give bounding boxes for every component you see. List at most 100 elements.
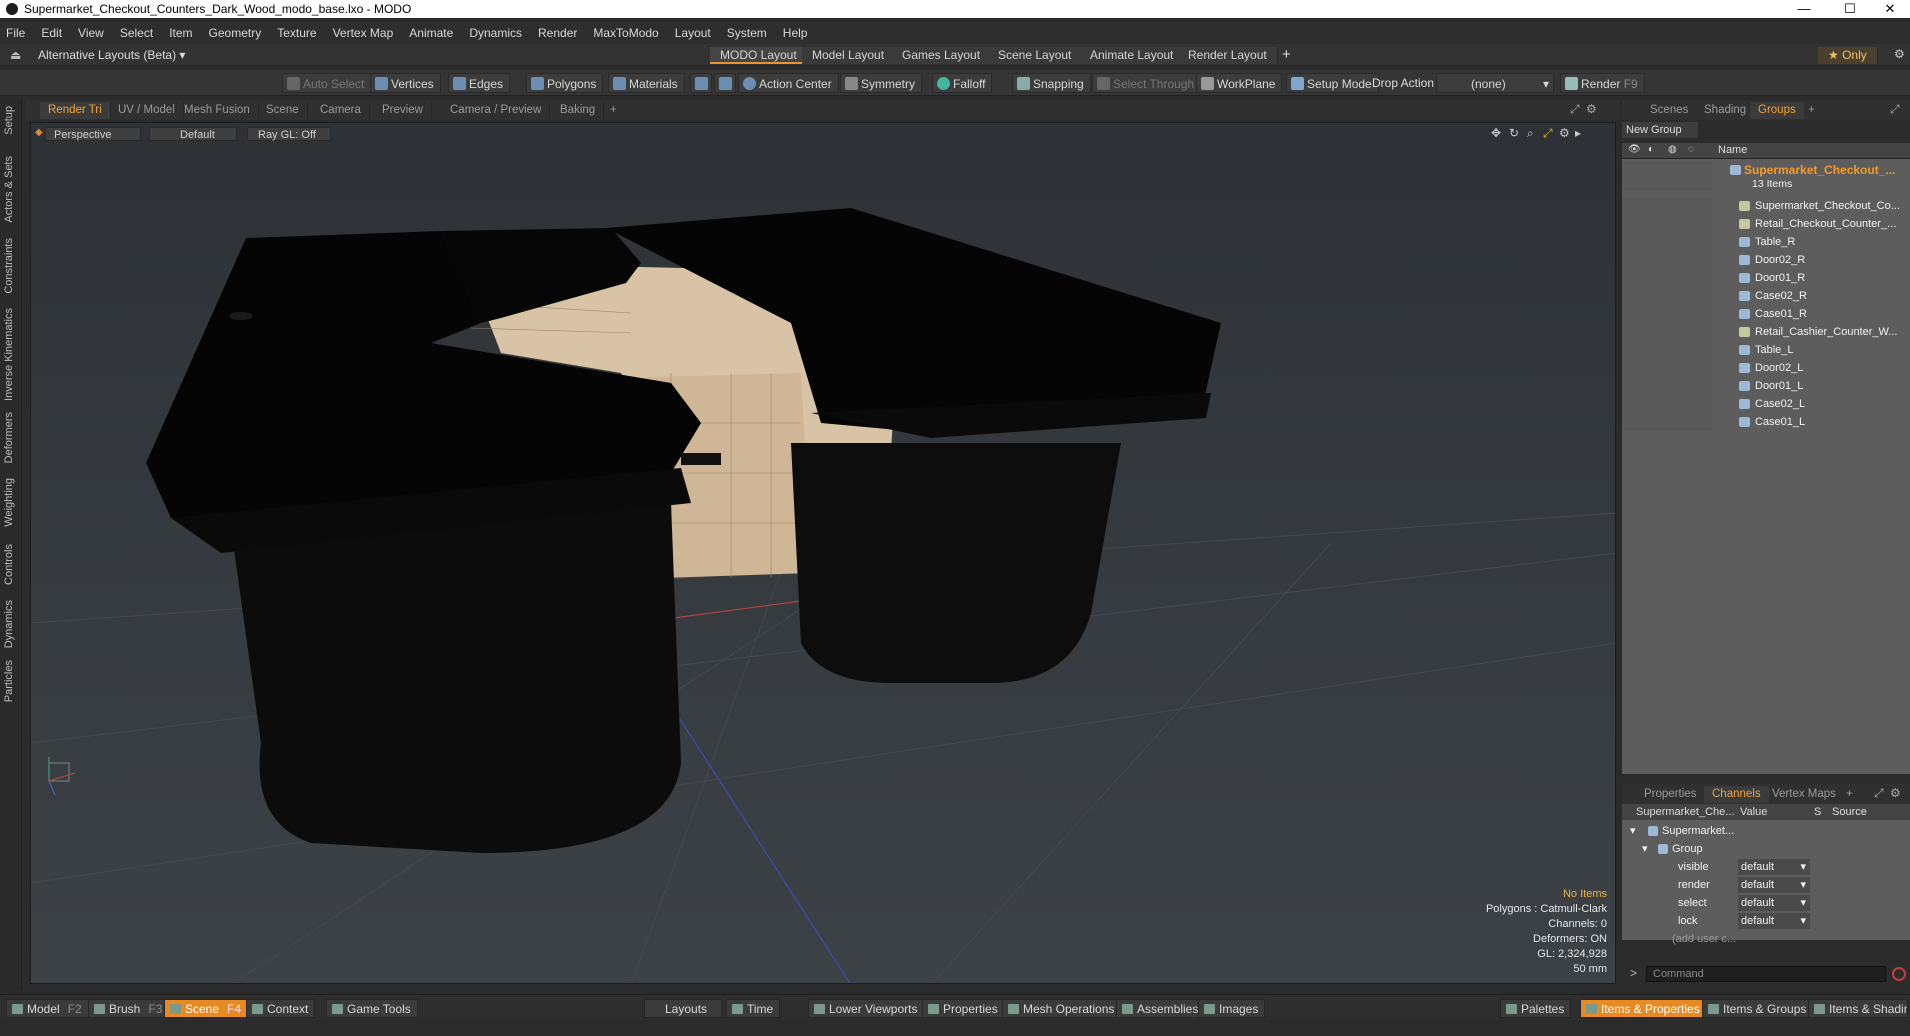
action-center-button[interactable]: Action Center	[738, 73, 839, 93]
tab-dynamics[interactable]: Dynamics	[3, 600, 15, 648]
close-button[interactable]: ✕	[1870, 0, 1910, 18]
workplane-button[interactable]: WorkPlane	[1196, 73, 1283, 93]
layouts-menu-icon[interactable]: ⏏	[10, 48, 21, 62]
add-viewport-tab-button[interactable]: +	[602, 102, 625, 119]
zoom-icon[interactable]: ⌕	[1527, 126, 1534, 141]
tab-model-layout[interactable]: Model Layout	[802, 47, 896, 64]
assemblies-button[interactable]: Assemblies	[1116, 999, 1206, 1018]
view-type-dropdown[interactable]: Perspective	[45, 127, 141, 141]
menu-select[interactable]: Select	[120, 26, 153, 40]
vertices-button[interactable]: Vertices	[370, 73, 441, 93]
expand-arrow-icon[interactable]: ▾	[1642, 840, 1648, 858]
viewport-gear-icon[interactable]: ⚙	[1586, 102, 1597, 116]
channel-value-visible[interactable]: default ▾	[1738, 859, 1810, 875]
render-button[interactable]: Render F9	[1560, 73, 1645, 93]
channel-value-lock[interactable]: default ▾	[1738, 913, 1810, 929]
channel-root-row[interactable]: ▾ Supermarket...	[1622, 822, 1910, 840]
list-item[interactable]: Door01_L	[1622, 377, 1910, 395]
menu-animate[interactable]: Animate	[409, 26, 453, 40]
tab-animate-layout[interactable]: Animate Layout	[1080, 47, 1185, 64]
tab-scene-layout[interactable]: Scene Layout	[988, 47, 1083, 64]
group-row[interactable]: Supermarket_Checkout_... 13 Items	[1622, 161, 1910, 191]
lower-viewports-button[interactable]: Lower Viewports	[808, 999, 925, 1018]
setup-mode-button[interactable]: Setup Mode	[1286, 73, 1379, 93]
select-through-button[interactable]: Select Through	[1092, 73, 1202, 93]
properties-button[interactable]: Properties	[922, 999, 1005, 1018]
list-item[interactable]: Door02_L	[1622, 359, 1910, 377]
brush-button[interactable]: Brush F3	[88, 999, 170, 1018]
tab-inverse-kinematics[interactable]: Inverse Kinematics	[3, 308, 15, 401]
raygl-toggle[interactable]: Ray GL: Off	[247, 127, 331, 141]
viewport-options-icon[interactable]: ⚙	[1559, 126, 1570, 140]
channel-value-select[interactable]: default ▾	[1738, 895, 1810, 911]
gear-icon[interactable]: ⚙	[1894, 47, 1905, 61]
channel-row-select[interactable]: select default ▾	[1622, 894, 1910, 912]
menu-texture[interactable]: Texture	[277, 26, 316, 40]
layouts-button[interactable]: Layouts	[644, 999, 722, 1018]
pan-icon[interactable]: ✥	[1491, 126, 1501, 140]
menu-layout[interactable]: Layout	[675, 26, 711, 40]
polygons-button[interactable]: Polygons	[526, 73, 604, 93]
snapping-button[interactable]: Snapping	[1012, 73, 1091, 93]
list-item[interactable]: Case02_L	[1622, 395, 1910, 413]
context-button[interactable]: Context	[246, 999, 316, 1018]
tab-baking[interactable]: Baking	[552, 102, 605, 119]
tab-actors-sets[interactable]: Actors & Sets	[3, 156, 15, 223]
menu-view[interactable]: View	[78, 26, 104, 40]
auto-select-button[interactable]: Auto Select	[282, 73, 372, 93]
menu-file[interactable]: File	[6, 26, 25, 40]
expand-arrow-icon[interactable]: ▾	[1630, 822, 1636, 840]
only-toggle[interactable]: ★ Only	[1818, 47, 1878, 64]
model-button[interactable]: Model F2	[6, 999, 89, 1018]
mesh-operations-button[interactable]: Mesh Operations	[1002, 999, 1122, 1018]
list-item[interactable]: Table_R	[1622, 233, 1910, 251]
menu-help[interactable]: Help	[783, 26, 808, 40]
add-panel-tab-button[interactable]: +	[1800, 102, 1823, 119]
tab-setup[interactable]: Setup	[3, 106, 15, 135]
edges-button[interactable]: Edges	[448, 73, 511, 93]
tab-camera[interactable]: Camera	[312, 102, 370, 119]
list-item[interactable]: Case01_L	[1622, 413, 1910, 431]
add-layout-button[interactable]: +	[1282, 46, 1291, 63]
tab-render-tri[interactable]: Render Tri	[40, 102, 111, 119]
palettes-button[interactable]: Palettes	[1500, 999, 1572, 1018]
menu-system[interactable]: System	[727, 26, 767, 40]
tab-uv-model[interactable]: UV / Model	[110, 102, 184, 119]
shading-dropdown[interactable]: Default	[149, 127, 237, 141]
tab-mesh-fusion[interactable]: Mesh Fusion	[176, 102, 259, 119]
game-tools-button[interactable]: Game Tools	[326, 999, 418, 1018]
minimize-button[interactable]: —	[1784, 0, 1824, 18]
tab-controls[interactable]: Controls	[3, 544, 15, 585]
scene-button[interactable]: Scene F4	[164, 999, 249, 1018]
tab-properties[interactable]: Properties	[1636, 786, 1704, 803]
render-col-icon[interactable]: ◐	[1648, 144, 1654, 155]
list-item[interactable]: Table_L	[1622, 341, 1910, 359]
visibility-col-icon[interactable]: 👁	[1628, 144, 1641, 155]
maximize-viewport-icon[interactable]: ⤢	[1570, 102, 1580, 117]
command-input[interactable]: Command	[1646, 966, 1886, 982]
channel-row-lock[interactable]: lock default ▾	[1622, 912, 1910, 930]
lock-col-icon[interactable]: ◍	[1668, 144, 1677, 155]
alternative-layouts-dropdown[interactable]: Alternative Layouts (Beta) ▾	[38, 48, 185, 62]
menu-render[interactable]: Render	[538, 26, 577, 40]
3d-viewport[interactable]: ◆ Perspective Default Ray GL: Off ✥ ↻ ⌕ …	[30, 122, 1616, 984]
play-icon[interactable]: ▸	[1575, 126, 1581, 140]
tab-groups[interactable]: Groups	[1750, 102, 1804, 119]
channel-gear-icon[interactable]: ⚙	[1890, 786, 1901, 800]
materials-button[interactable]: Materials	[608, 73, 685, 93]
channel-value-render[interactable]: default ▾	[1738, 877, 1810, 893]
list-item[interactable]: Supermarket_Checkout_Co...	[1622, 197, 1910, 215]
record-icon[interactable]	[1892, 967, 1906, 981]
menu-edit[interactable]: Edit	[41, 26, 62, 40]
items-groups-button[interactable]: Items & Groups	[1702, 999, 1814, 1018]
maximize-button[interactable]: ☐	[1830, 0, 1870, 18]
expand-panel-icon[interactable]: ⤢	[1890, 102, 1900, 117]
list-item[interactable]: Door02_R	[1622, 251, 1910, 269]
add-user-channel-row[interactable]: (add user c...	[1622, 930, 1910, 948]
tab-scene[interactable]: Scene	[258, 102, 308, 119]
tab-games-layout[interactable]: Games Layout	[892, 47, 992, 64]
list-item[interactable]: Case01_R	[1622, 305, 1910, 323]
tab-weighting[interactable]: Weighting	[3, 478, 15, 527]
tab-constraints[interactable]: Constraints	[3, 238, 15, 294]
tab-particles[interactable]: Particles	[3, 660, 15, 702]
